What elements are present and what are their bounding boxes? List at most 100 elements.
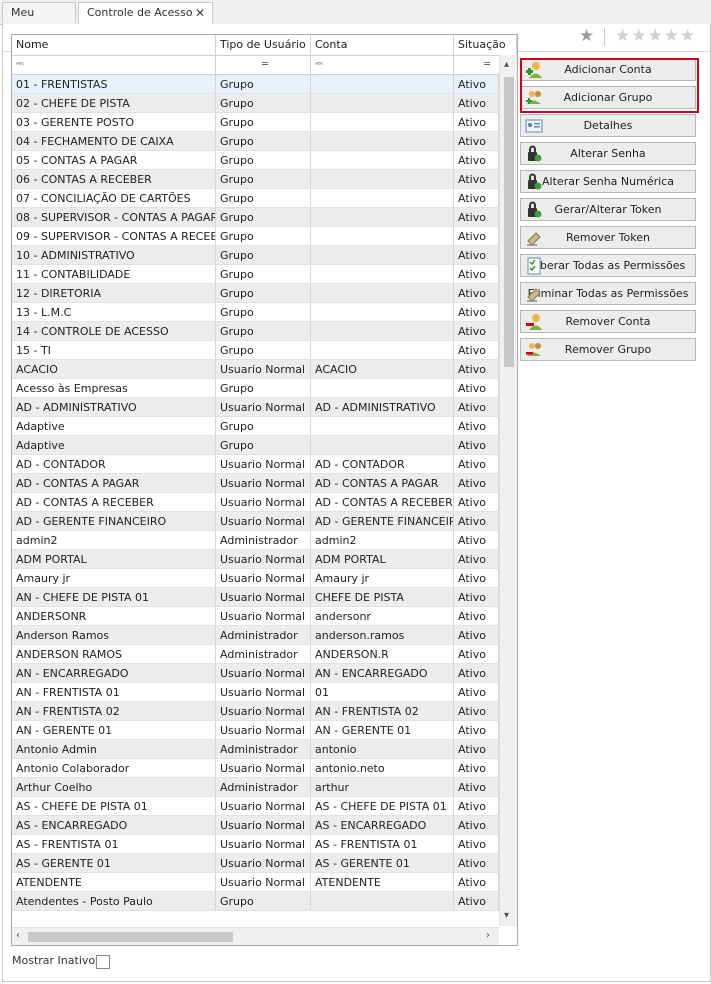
equals-filter-icon[interactable]: ═ [216, 56, 311, 74]
close-icon[interactable]: ✕ [195, 3, 205, 23]
table-row[interactable]: AN - GERENTE 01 Usuario Normal AN - GERENT… [12, 721, 499, 740]
column-header-situacao[interactable]: Situação [454, 35, 517, 55]
table-row[interactable]: ANDERSONR Usuario Normal andersonr Ativo [12, 607, 499, 626]
button-label: Remover Conta [565, 315, 651, 328]
table-row[interactable]: 14 - CONTROLE DE ACESSO Grupo Ativo [12, 322, 499, 341]
table-row[interactable]: ACACIO Usuario Normal ACACIO Ativo [12, 360, 499, 379]
table-row[interactable]: 06 - CONTAS A RECEBER Grupo Ativo [12, 170, 499, 189]
horizontal-scrollbar[interactable]: ‹ › [12, 927, 499, 945]
alterar-senha-numerica-button[interactable]: Alterar Senha Numérica [520, 170, 696, 193]
table-row[interactable]: AS - GERENTE 01 Usuario Normal AS - GERENT… [12, 854, 499, 873]
cell-tipo: Usuario Normal [216, 512, 311, 530]
tab-meu-petros[interactable]: Meu Petros [2, 2, 76, 39]
vertical-scroll-thumb[interactable] [504, 77, 514, 367]
table-row[interactable]: AN - CHEFE DE PISTA 01 Usuario Normal CHEF… [12, 588, 499, 607]
table-row[interactable]: 08 - SUPERVISOR - CONTAS A PAGAR Grupo Ati… [12, 208, 499, 227]
cell-situacao: Ativo [454, 721, 499, 739]
cell-situacao: Ativo [454, 94, 499, 112]
column-header-nome[interactable]: Nome [12, 35, 216, 55]
column-header-conta[interactable]: Conta [311, 35, 454, 55]
star-icon[interactable]: ★ [579, 26, 594, 46]
abc-filter-icon[interactable]: ᴬᴮᶜ [12, 56, 216, 74]
horizontal-scroll-thumb[interactable] [28, 932, 233, 942]
cell-conta: antonio [311, 740, 454, 758]
table-row[interactable]: 10 - ADMINISTRATIVO Grupo Ativo [12, 246, 499, 265]
table-row[interactable]: AS - CHEFE DE PISTA 01 Usuario Normal AS -… [12, 797, 499, 816]
table-row[interactable]: 09 - SUPERVISOR - CONTAS A RECEBER Grupo A… [12, 227, 499, 246]
table-row[interactable]: AN - FRENTISTA 01 Usuario Normal 01 Ativo [12, 683, 499, 702]
scroll-up-icon[interactable]: ▴ [504, 59, 509, 70]
table-row[interactable]: AD - CONTAS A RECEBER Usuario Normal AD - … [12, 493, 499, 512]
table-row[interactable]: admin2 Administrador admin2 Ativo [12, 531, 499, 550]
table-row[interactable]: ANDERSON RAMOS Administrador ANDERSON.R Ati… [12, 645, 499, 664]
vertical-scrollbar[interactable]: ▴ ▾ [499, 55, 517, 926]
cell-nome: Antonio Colaborador [12, 759, 216, 777]
cell-tipo: Administrador [216, 740, 311, 758]
cell-conta [311, 94, 454, 112]
table-row[interactable]: Adaptive Grupo Ativo [12, 417, 499, 436]
scroll-down-icon[interactable]: ▾ [504, 910, 509, 921]
abc-filter-icon[interactable]: ᴬᴮᶜ [311, 56, 454, 74]
table-row[interactable]: 13 - L.M.C Grupo Ativo [12, 303, 499, 322]
cell-situacao: Ativo [454, 132, 499, 150]
eliminar-todas-as-permissoes-button[interactable]: Eliminar Todas as Permissões [520, 282, 696, 305]
table-row[interactable]: AD - GERENTE FINANCEIRO Usuario Normal AD … [12, 512, 499, 531]
cell-tipo: Grupo [216, 75, 311, 93]
table-row[interactable]: 03 - GERENTE POSTO Grupo Ativo [12, 113, 499, 132]
rating-stars-icon[interactable]: ★★★★★ [615, 26, 696, 46]
scroll-left-icon[interactable]: ‹ [16, 930, 20, 941]
table-row[interactable]: AD - CONTAS A PAGAR Usuario Normal AD - CO… [12, 474, 499, 493]
table-row[interactable]: Amaury jr Usuario Normal Amaury jr Ativo [12, 569, 499, 588]
adicionar-conta-button[interactable]: Adicionar Conta [520, 58, 696, 81]
remover-token-button[interactable]: Remover Token [520, 226, 696, 249]
table-row[interactable]: Atendentes - Posto Paulo Grupo Ativo [12, 892, 499, 911]
table-row[interactable]: Adaptive Grupo Ativo [12, 436, 499, 455]
cell-situacao: Ativo [454, 531, 499, 549]
show-inactive-checkbox[interactable] [96, 955, 110, 969]
cell-situacao: Ativo [454, 246, 499, 264]
table-row[interactable]: ATENDENTE Usuario Normal ATENDENTE Ativo [12, 873, 499, 892]
table-row[interactable]: 04 - FECHAMENTO DE CAIXA Grupo Ativo [12, 132, 499, 151]
table-row[interactable]: 07 - CONCILIAÇÃO DE CARTÕES Grupo Ativo [12, 189, 499, 208]
table-row[interactable]: AN - ENCARREGADO Usuario Normal AN - ENCAR… [12, 664, 499, 683]
table-row[interactable]: 05 - CONTAS A PAGAR Grupo Ativo [12, 151, 499, 170]
table-row[interactable]: AS - FRENTISTA 01 Usuario Normal AS - FREN… [12, 835, 499, 854]
alterar-senha-button[interactable]: Alterar Senha [520, 142, 696, 165]
table-row[interactable]: 11 - CONTABILIDADE Grupo Ativo [12, 265, 499, 284]
tab-controle-de-acesso[interactable]: Controle de Acesso ✕ [78, 2, 213, 25]
table-row[interactable]: Antonio Admin Administrador antonio Ativo [12, 740, 499, 759]
liberar-todas-as-permissoes-button[interactable]: Liberar Todas as Permissões [520, 254, 696, 277]
cell-situacao: Ativo [454, 379, 499, 397]
cell-nome: AN - CHEFE DE PISTA 01 [12, 588, 216, 606]
adicionar-grupo-button[interactable]: Adicionar Grupo [520, 86, 696, 109]
column-header-tipo[interactable]: Tipo de Usuário [216, 35, 311, 55]
table-row[interactable]: Acesso às Empresas Grupo Ativo [12, 379, 499, 398]
cell-conta: arthur [311, 778, 454, 796]
table-row[interactable]: 02 - CHEFE DE PISTA Grupo Ativo [12, 94, 499, 113]
table-row[interactable]: Antonio Colaborador Usuario Normal antonio… [12, 759, 499, 778]
table-row[interactable]: Anderson Ramos Administrador anderson.ramo… [12, 626, 499, 645]
cell-tipo: Grupo [216, 208, 311, 226]
cell-tipo: Usuario Normal [216, 873, 311, 891]
table-row[interactable]: AD - CONTADOR Usuario Normal AD - CONTADOR… [12, 455, 499, 474]
table-row[interactable]: AN - FRENTISTA 02 Usuario Normal AN - FREN… [12, 702, 499, 721]
scroll-right-icon[interactable]: › [486, 930, 490, 941]
table-row[interactable]: 01 - FRENTISTAS Grupo Ativo [12, 75, 499, 94]
cell-situacao: Ativo [454, 493, 499, 511]
table-row[interactable]: 12 - DIRETORIA Grupo Ativo [12, 284, 499, 303]
table-row[interactable]: ADM PORTAL Usuario Normal ADM PORTAL Ativo [12, 550, 499, 569]
table-row[interactable]: AD - ADMINISTRATIVO Usuario Normal AD - AD… [12, 398, 499, 417]
table-row[interactable]: AS - ENCARREGADO Usuario Normal AS - ENCAR… [12, 816, 499, 835]
cell-nome: 13 - L.M.C [12, 303, 216, 321]
detalhes-button[interactable]: Detalhes [520, 114, 696, 137]
cell-tipo: Grupo [216, 284, 311, 302]
cell-nome: AN - FRENTISTA 01 [12, 683, 216, 701]
cell-conta: AD - GERENTE FINANCEIRO [311, 512, 454, 530]
gerar-alterar-token-button[interactable]: Gerar/Alterar Token [520, 198, 696, 221]
cell-nome: 02 - CHEFE DE PISTA [12, 94, 216, 112]
remover-grupo-button[interactable]: Remover Grupo [520, 338, 696, 361]
remover-conta-button[interactable]: Remover Conta [520, 310, 696, 333]
cell-nome: Adaptive [12, 436, 216, 454]
table-row[interactable]: Arthur Coelho Administrador arthur Ativo [12, 778, 499, 797]
table-row[interactable]: 15 - TI Grupo Ativo [12, 341, 499, 360]
